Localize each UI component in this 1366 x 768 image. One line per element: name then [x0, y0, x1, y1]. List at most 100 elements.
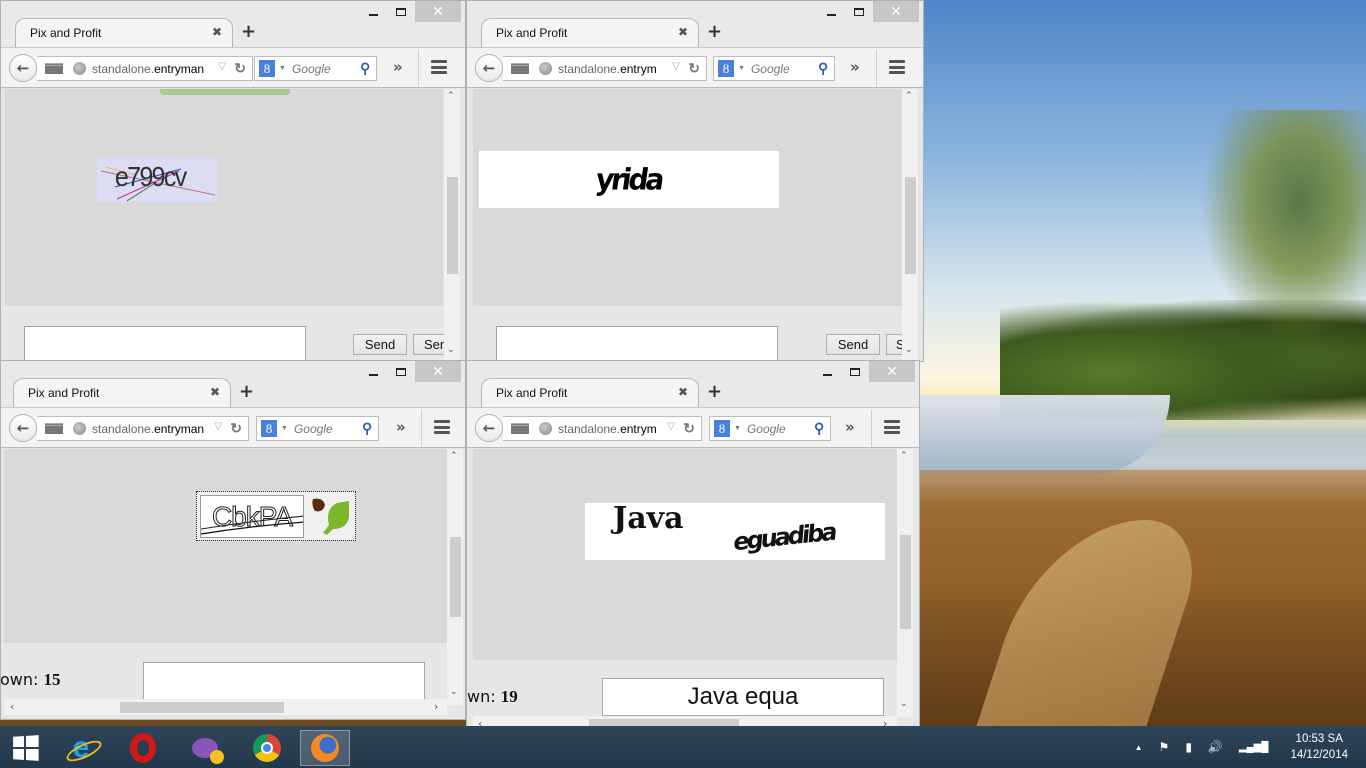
send-button[interactable]: Send [826, 334, 880, 355]
captcha-answer-input[interactable] [496, 326, 778, 361]
captcha-answer-input[interactable] [24, 326, 306, 361]
tab-close-icon[interactable]: ✖ [212, 25, 222, 39]
google-icon[interactable]: 8 [714, 420, 730, 437]
maximize-button[interactable] [845, 1, 873, 22]
menu-hamburger-icon[interactable] [434, 420, 450, 434]
taskbar-firefox[interactable] [300, 730, 350, 766]
scroll-left-icon[interactable]: ‹ [10, 700, 14, 713]
battery-icon[interactable]: ▮ [1185, 740, 1192, 754]
url-bar[interactable]: standalone. entrym ▽ ↻ [503, 416, 702, 441]
minimize-button[interactable] [813, 361, 841, 382]
taskbar-internet-explorer[interactable]: e [56, 730, 106, 766]
search-bar[interactable]: 8 ▼ Google ⚲ [254, 56, 377, 81]
vertical-scrollbar[interactable]: ⌃ ⌄ [902, 89, 918, 361]
minimize-button[interactable] [817, 1, 845, 22]
close-window-button[interactable]: ✕ [415, 361, 461, 382]
tab-close-icon[interactable]: ✖ [210, 385, 220, 399]
vertical-scrollbar[interactable]: ⌃ ⌄ [444, 89, 460, 361]
scroll-up-icon[interactable]: ⌃ [447, 91, 455, 101]
scroll-down-icon[interactable]: ⌄ [447, 345, 455, 355]
title-bar[interactable]: ✕ Pix and Profit ✖ + [467, 1, 923, 48]
search-engine-dropdown-icon[interactable]: ▼ [279, 65, 286, 72]
clock[interactable]: 10:53 SA 14/12/2014 [1290, 731, 1348, 763]
captcha-answer-input[interactable] [143, 662, 425, 700]
url-dropdown-icon[interactable]: ▽ [214, 421, 222, 432]
minimize-button[interactable] [359, 361, 387, 382]
volume-icon[interactable]: 🔊 [1208, 740, 1223, 754]
tab-close-icon[interactable]: ✖ [678, 385, 688, 399]
title-bar[interactable]: ✕ Pix and Profit ✖ + [467, 361, 919, 408]
scroll-right-icon[interactable]: › [434, 700, 438, 713]
tab-groups-icon[interactable] [45, 63, 63, 74]
overflow-chevron-icon[interactable]: » [393, 58, 403, 76]
tab-pix-and-profit[interactable]: Pix and Profit ✖ [13, 378, 231, 408]
search-icon[interactable]: ⚲ [360, 60, 370, 77]
new-tab-button[interactable]: + [239, 381, 254, 402]
maximize-button[interactable] [387, 1, 415, 22]
vertical-scrollbar[interactable]: ⌃ ⌄ [897, 449, 913, 717]
scroll-up-icon[interactable]: ⌃ [905, 91, 913, 101]
search-bar[interactable]: 8 ▼ Google ⚲ [709, 416, 831, 441]
taskbar-opera[interactable] [118, 730, 168, 766]
url-dropdown-icon[interactable]: ▽ [672, 61, 680, 72]
menu-hamburger-icon[interactable] [889, 60, 905, 74]
close-window-button[interactable]: ✕ [415, 1, 461, 22]
captcha-answer-input[interactable]: Java equa [602, 678, 884, 716]
back-button[interactable]: ← [475, 414, 503, 442]
scroll-up-icon[interactable]: ⌃ [900, 451, 908, 461]
url-dropdown-icon[interactable]: ▽ [218, 61, 226, 72]
network-signal-icon[interactable]: ▂▄▆█ [1239, 742, 1269, 753]
scroll-up-icon[interactable]: ⌃ [450, 451, 458, 461]
url-dropdown-icon[interactable]: ▽ [667, 421, 675, 432]
tab-pix-and-profit[interactable]: Pix and Profit ✖ [15, 18, 233, 48]
action-center-flag-icon[interactable]: ⚑ [1159, 740, 1170, 754]
send-button-secondary[interactable]: Send [413, 334, 447, 355]
scroll-down-icon[interactable]: ⌄ [450, 687, 458, 697]
google-icon[interactable]: 8 [259, 60, 275, 77]
url-bar[interactable]: standalone. entrym ▽ ↻ [503, 56, 707, 81]
overflow-chevron-icon[interactable]: » [396, 418, 406, 436]
maximize-button[interactable] [387, 361, 415, 382]
menu-hamburger-icon[interactable] [884, 420, 900, 434]
reload-icon[interactable]: ↻ [683, 420, 695, 437]
scroll-down-icon[interactable]: ⌄ [905, 345, 913, 355]
back-button[interactable]: ← [9, 54, 37, 82]
new-tab-button[interactable]: + [241, 21, 256, 42]
tab-pix-and-profit[interactable]: Pix and Profit ✖ [481, 18, 699, 48]
search-icon[interactable]: ⚲ [818, 60, 828, 77]
url-bar[interactable]: standalone. entryman ▽ ↻ [37, 416, 249, 441]
menu-hamburger-icon[interactable] [431, 60, 447, 74]
title-bar[interactable]: ✕ Pix and Profit ✖ + [1, 1, 465, 48]
start-button[interactable] [0, 730, 50, 766]
close-window-button[interactable]: ✕ [873, 1, 919, 22]
scrollbar-thumb[interactable] [900, 535, 911, 629]
overflow-chevron-icon[interactable]: » [850, 58, 860, 76]
overflow-chevron-icon[interactable]: » [845, 418, 855, 436]
minimize-button[interactable] [359, 1, 387, 22]
new-tab-button[interactable]: + [707, 21, 722, 42]
google-icon[interactable]: 8 [718, 60, 734, 77]
search-bar[interactable]: 8 ▼ Google ⚲ [713, 56, 835, 81]
search-engine-dropdown-icon[interactable]: ▼ [734, 425, 741, 432]
scrollbar-thumb[interactable] [120, 702, 284, 713]
url-bar[interactable]: standalone. entryman ▽ ↻ [37, 56, 253, 81]
title-bar[interactable]: ✕ Pix and Profit ✖ + [1, 361, 465, 408]
show-hidden-icons-icon[interactable]: ▲ [1135, 743, 1143, 752]
reload-icon[interactable]: ↻ [688, 60, 700, 77]
tab-pix-and-profit[interactable]: Pix and Profit ✖ [481, 378, 699, 408]
taskbar-yahoo-messenger[interactable] [180, 730, 230, 766]
back-button[interactable]: ← [9, 414, 37, 442]
tab-groups-icon[interactable] [511, 63, 529, 74]
tab-close-icon[interactable]: ✖ [678, 25, 688, 39]
search-icon[interactable]: ⚲ [814, 420, 824, 437]
search-icon[interactable]: ⚲ [362, 420, 372, 437]
close-window-button[interactable]: ✕ [869, 361, 915, 382]
reload-icon[interactable]: ↻ [230, 420, 242, 437]
tab-groups-icon[interactable] [45, 423, 63, 434]
search-bar[interactable]: 8 ▼ Google ⚲ [256, 416, 379, 441]
scrollbar-thumb[interactable] [450, 537, 461, 617]
send-button[interactable]: Send [353, 334, 407, 355]
vertical-scrollbar[interactable]: ⌃ ⌄ [447, 449, 463, 705]
scrollbar-thumb[interactable] [447, 177, 458, 274]
horizontal-scrollbar[interactable]: ‹ › [4, 699, 447, 715]
